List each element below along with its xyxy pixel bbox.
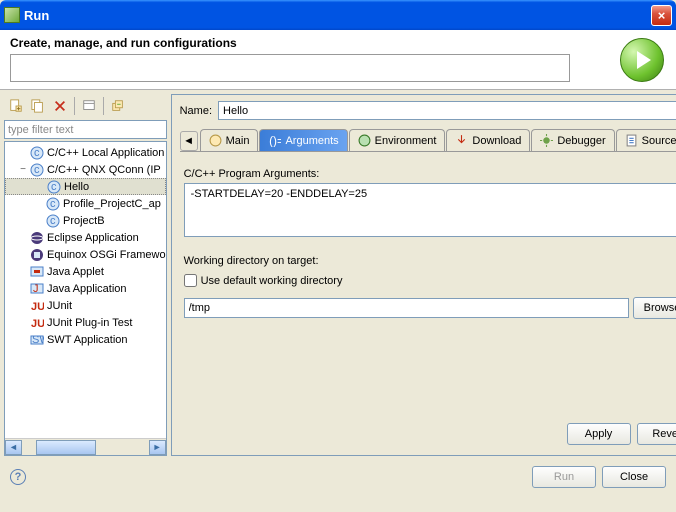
svg-text:JU: JU (31, 301, 44, 313)
run-button[interactable]: Run (532, 466, 596, 488)
svg-text:c: c (34, 164, 40, 176)
tree-item-label: Java Application (47, 283, 127, 295)
config-type-icon: JU (29, 315, 44, 330)
app-icon (4, 7, 20, 23)
tab-download[interactable]: Download (446, 129, 530, 151)
revert-button[interactable]: Revert (637, 423, 676, 445)
config-type-icon: JU (29, 298, 44, 313)
tab-main[interactable]: Main (200, 129, 259, 151)
new-config-button[interactable] (6, 96, 26, 116)
tab-source[interactable]: Source (616, 129, 676, 151)
apply-button[interactable]: Apply (567, 423, 631, 445)
svg-text:c: c (50, 215, 56, 227)
tree-item-label: C/C++ Local Application (47, 147, 164, 159)
tree-item[interactable]: Java Applet (5, 263, 166, 280)
config-editor: Name: ◄ Main ()=Arguments Environment Do… (171, 94, 676, 456)
debugger-tab-icon (540, 134, 553, 147)
close-icon[interactable]: × (651, 5, 672, 26)
svg-text:J: J (33, 283, 39, 295)
program-args-input[interactable]: -STARTDELAY=20 -ENDDELAY=25 ▲ ▼ (184, 183, 676, 237)
tree-item[interactable]: SWTSWT Application (5, 331, 166, 348)
tree-item[interactable]: c Hello (5, 178, 166, 195)
use-default-wd-label: Use default working directory (201, 275, 343, 287)
config-type-icon (29, 264, 44, 279)
environment-tab-icon (358, 134, 371, 147)
tree-item[interactable]: −c C/C++ QNX QConn (IP (5, 161, 166, 178)
tree-item[interactable]: JUJUnit Plug-in Test (5, 314, 166, 331)
config-type-icon: c (45, 196, 60, 211)
header-message-box (10, 54, 570, 82)
svg-text:SWT: SWT (32, 334, 44, 346)
config-type-icon (29, 247, 44, 262)
svg-text:JU: JU (31, 318, 44, 330)
tree-item-label: Eclipse Application (47, 232, 139, 244)
browse-button[interactable]: Browse... (633, 297, 676, 319)
tree-item-label: Java Applet (47, 266, 104, 278)
arguments-tab-icon: ()= (268, 134, 281, 147)
main-tab-icon (209, 134, 222, 147)
dialog-footer: ? Run Close (0, 460, 676, 494)
working-dir-label: Working directory on target: (184, 255, 676, 267)
config-type-icon: c (29, 162, 44, 177)
run-banner-icon (620, 38, 664, 82)
filter-input[interactable] (4, 120, 167, 139)
config-type-icon: c (29, 145, 44, 160)
tree-item[interactable]: J Java Application (5, 280, 166, 297)
tab-bar: ◄ Main ()=Arguments Environment Download… (180, 128, 676, 152)
scroll-thumb[interactable] (36, 440, 96, 455)
program-args-label: C/C++ Program Arguments: (184, 168, 676, 180)
duplicate-config-button[interactable] (28, 96, 48, 116)
scroll-right-button[interactable]: ► (149, 440, 166, 455)
tab-environment[interactable]: Environment (349, 129, 446, 151)
config-type-icon: c (45, 213, 60, 228)
page-title: Create, manage, and run configurations (10, 36, 570, 50)
working-dir-input[interactable] (184, 298, 629, 318)
config-type-icon: SWT (29, 332, 44, 347)
svg-text:c: c (34, 147, 40, 159)
tree-item-label: C/C++ QNX QConn (IP (47, 164, 161, 176)
tabs-scroll-left[interactable]: ◄ (180, 131, 198, 151)
arguments-tab-content: C/C++ Program Arguments: -STARTDELAY=20 … (180, 152, 676, 449)
tree-item-label: ProjectB (63, 215, 105, 227)
tree-item[interactable]: c C/C++ Local Application (5, 144, 166, 161)
delete-config-button[interactable] (50, 96, 70, 116)
close-button[interactable]: Close (602, 466, 666, 488)
tab-debugger[interactable]: Debugger (531, 129, 614, 151)
help-icon[interactable]: ? (10, 469, 26, 485)
window-title: Run (24, 8, 651, 23)
tree-item-label: Profile_ProjectC_ap (63, 198, 161, 210)
tree-twisty[interactable]: − (17, 164, 29, 175)
config-type-icon: J (29, 281, 44, 296)
svg-text:c: c (51, 181, 57, 193)
tree-item[interactable]: Equinox OSGi Framewo (5, 246, 166, 263)
tab-arguments[interactable]: ()=Arguments (259, 129, 347, 151)
source-tab-icon (625, 134, 638, 147)
config-toolbar (4, 94, 167, 118)
tree-item-label: Equinox OSGi Framewo (47, 249, 166, 261)
tree-item[interactable]: c ProjectB (5, 212, 166, 229)
scroll-left-button[interactable]: ◄ (5, 440, 22, 455)
config-type-icon: c (46, 179, 61, 194)
name-input[interactable] (218, 101, 676, 120)
dialog-header: Create, manage, and run configurations (0, 30, 676, 90)
svg-text:c: c (50, 198, 56, 210)
use-default-wd-checkbox[interactable] (184, 274, 197, 287)
filter-button[interactable] (79, 96, 99, 116)
tree-item-label: SWT Application (47, 334, 128, 346)
config-type-icon (29, 230, 44, 245)
download-tab-icon (455, 134, 468, 147)
titlebar[interactable]: Run × (0, 0, 676, 30)
config-tree[interactable]: cC/C++ Local Application−cC/C++ QNX QCon… (4, 141, 167, 456)
tree-item[interactable]: JUJUnit (5, 297, 166, 314)
tree-item[interactable]: Eclipse Application (5, 229, 166, 246)
tree-item-label: Hello (64, 181, 89, 193)
tree-item[interactable]: c Profile_ProjectC_ap (5, 195, 166, 212)
tree-item-label: JUnit (47, 300, 72, 312)
left-pane: cC/C++ Local Application−cC/C++ QNX QCon… (4, 94, 167, 456)
tree-item-label: JUnit Plug-in Test (47, 317, 132, 329)
collapse-all-button[interactable] (108, 96, 128, 116)
horizontal-scrollbar[interactable]: ◄ ► (5, 438, 166, 455)
name-label: Name: (180, 105, 212, 117)
svg-text:()=: ()= (270, 134, 282, 147)
